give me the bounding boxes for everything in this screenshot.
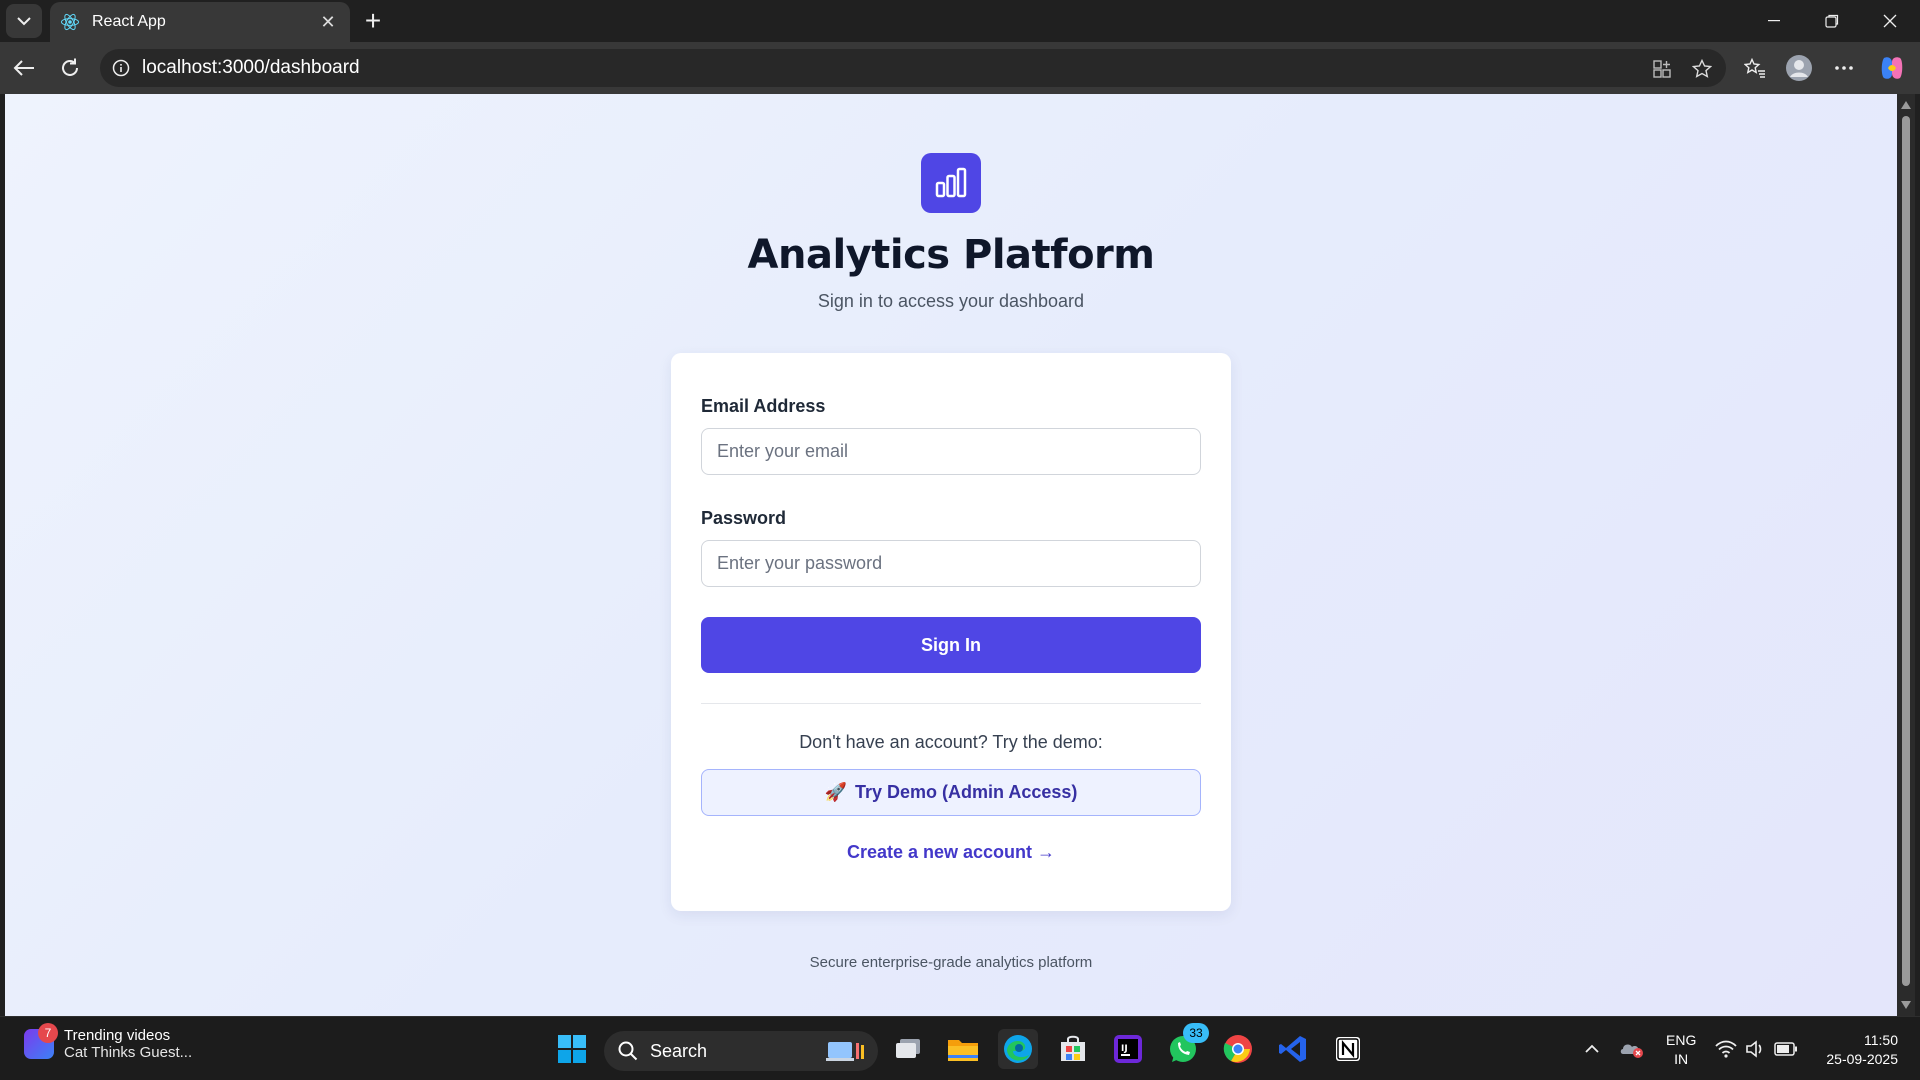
notion-icon <box>1336 1037 1360 1061</box>
clock-date: 25-09-2025 <box>1826 1051 1898 1067</box>
video-icon: 7 <box>24 1023 58 1059</box>
input-language-indicator[interactable]: ENG IN <box>1666 1031 1696 1069</box>
bar-chart-icon <box>935 167 967 198</box>
notification-badge: 7 <box>38 1023 58 1043</box>
email-field[interactable] <box>701 428 1201 475</box>
wifi-icon <box>1715 1040 1737 1058</box>
notion-button[interactable] <box>1328 1029 1368 1069</box>
whatsapp-button[interactable]: 33 <box>1163 1023 1209 1069</box>
rocket-icon: 🚀 <box>824 782 847 802</box>
more-menu-button[interactable] <box>1826 50 1862 86</box>
system-clock[interactable]: 11:50 25-09-2025 <box>1826 1031 1898 1069</box>
windows-taskbar: 7 Trending videos Cat Thinks Guest... Se… <box>0 1016 1920 1080</box>
widget-subtitle: Cat Thinks Guest... <box>64 1044 193 1061</box>
reload-button[interactable] <box>52 50 88 86</box>
search-highlight-icon <box>826 1042 864 1061</box>
show-hidden-icons-button[interactable] <box>1572 1029 1612 1069</box>
profile-button[interactable] <box>1781 50 1817 86</box>
favorite-star-icon[interactable] <box>1690 57 1714 81</box>
avatar-icon <box>1786 55 1812 81</box>
edge-button[interactable] <box>998 1029 1038 1069</box>
close-tab-icon[interactable]: ✕ <box>316 12 340 33</box>
favorites-icon <box>1744 58 1765 78</box>
chevron-up-icon <box>1585 1044 1599 1053</box>
react-icon <box>61 13 79 31</box>
app-available-icon[interactable] <box>1650 57 1674 81</box>
close-icon <box>1883 14 1897 28</box>
login-card: Email Address Password Sign In Don't hav… <box>671 353 1231 911</box>
svg-text:IJ: IJ <box>1121 1044 1128 1054</box>
page-subtitle: Sign in to access your dashboard <box>817 291 1085 311</box>
new-tab-button[interactable]: + <box>356 4 390 38</box>
address-bar[interactable]: localhost:3000/dashboard <box>100 49 1726 87</box>
vscode-button[interactable] <box>1273 1029 1313 1069</box>
password-label: Password <box>701 508 787 528</box>
divider <box>701 703 1201 704</box>
battery-button[interactable] <box>1766 1029 1806 1069</box>
chrome-icon <box>1223 1035 1252 1063</box>
browser-tab-react-app[interactable]: React App ✕ <box>50 2 350 42</box>
info-icon[interactable] <box>112 59 130 77</box>
taskbar-search[interactable]: Search <box>604 1031 878 1071</box>
reload-icon <box>62 58 78 76</box>
footer-text: Secure enterprise-grade analytics platfo… <box>809 954 1093 971</box>
create-account-link[interactable]: Create a new account → <box>671 842 1231 863</box>
try-demo-label: Try Demo (Admin Access) <box>855 782 1078 802</box>
demo-prompt: Don't have an account? Try the demo: <box>799 732 1103 752</box>
app-logo <box>921 153 981 213</box>
widget-title: Trending videos <box>64 1027 171 1044</box>
copilot-button[interactable] <box>1874 50 1910 86</box>
sign-in-button[interactable]: Sign In <box>701 617 1201 673</box>
more-dots-icon <box>1835 66 1853 70</box>
page-scrollbar[interactable] <box>1897 94 1915 1016</box>
folder-icon <box>948 1040 978 1061</box>
vscode-icon <box>1279 1036 1306 1062</box>
cloud-error-icon <box>1620 1044 1643 1058</box>
scroll-up-arrow[interactable] <box>1901 101 1911 109</box>
search-icon <box>618 1041 638 1061</box>
url-text: localhost:3000/dashboard <box>142 57 360 78</box>
browser-toolbar: localhost:3000/dashboard <box>0 42 1920 94</box>
close-window-button[interactable] <box>1861 0 1919 42</box>
task-view-button[interactable] <box>888 1029 928 1069</box>
edge-icon <box>1004 1035 1032 1063</box>
tab-actions-button[interactable] <box>6 4 42 38</box>
widgets-button[interactable]: 7 Trending videos Cat Thinks Guest... <box>24 1023 193 1061</box>
start-button[interactable] <box>552 1029 592 1069</box>
page-title: Analytics Platform <box>747 232 1155 278</box>
page-viewport: Analytics Platform Sign in to access you… <box>5 94 1897 1016</box>
language-code: ENG <box>1666 1032 1697 1048</box>
chevron-down-icon <box>17 17 31 26</box>
store-button[interactable] <box>1053 1029 1093 1069</box>
tab-title: React App <box>92 13 166 30</box>
onedrive-button[interactable] <box>1612 1029 1652 1069</box>
password-field[interactable] <box>701 540 1201 587</box>
restore-icon <box>1825 14 1839 28</box>
copilot-icon <box>1881 57 1903 79</box>
minimize-button[interactable] <box>1745 0 1803 42</box>
windows-icon <box>558 1035 586 1063</box>
arrow-left-icon <box>13 60 34 76</box>
browser-titlebar: React App ✕ + <box>0 0 1920 42</box>
store-icon <box>1061 1035 1085 1061</box>
file-explorer-button[interactable] <box>943 1029 983 1069</box>
clock-time: 11:50 <box>1864 1032 1898 1048</box>
back-button[interactable] <box>6 50 42 86</box>
battery-icon <box>1774 1042 1797 1056</box>
minimize-icon <box>1768 20 1780 22</box>
region-code: IN <box>1674 1051 1689 1067</box>
search-label: Search <box>650 1040 708 1061</box>
chrome-button[interactable] <box>1218 1029 1258 1069</box>
try-demo-button[interactable]: 🚀 Try Demo (Admin Access) <box>701 769 1201 816</box>
task-view-icon <box>896 1039 920 1058</box>
whatsapp-badge: 33 <box>1183 1023 1209 1043</box>
scrollbar-thumb[interactable] <box>1902 116 1910 986</box>
scroll-down-arrow[interactable] <box>1901 1001 1911 1009</box>
favorites-button[interactable] <box>1737 50 1773 86</box>
restore-button[interactable] <box>1803 0 1861 42</box>
speaker-icon <box>1746 1040 1762 1058</box>
intellij-button[interactable]: IJ <box>1108 1029 1148 1069</box>
email-label: Email Address <box>701 396 826 416</box>
intellij-icon: IJ <box>1114 1035 1142 1063</box>
